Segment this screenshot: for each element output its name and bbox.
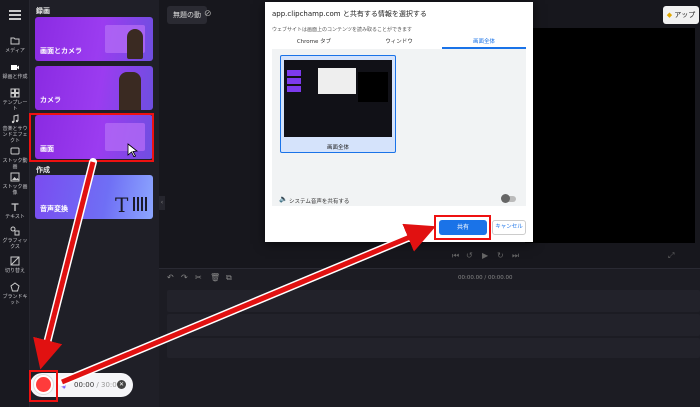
sidebar-item-label: テキスト [5, 214, 25, 220]
thumb-dialog [318, 68, 356, 94]
cut-icon[interactable]: ✂ [195, 273, 202, 282]
thumb-card [287, 70, 301, 76]
screen-thumbnail [284, 60, 392, 137]
delete-icon[interactable]: 🗑 [210, 273, 220, 282]
brand-kit-icon [10, 282, 20, 292]
template-grid-icon [10, 88, 20, 98]
thumb-preview [358, 72, 388, 102]
sidebar-item-text[interactable]: テキスト [0, 202, 30, 220]
card-label: 画面とカメラ [40, 47, 82, 55]
share-audio-label: システム音声を共有する [289, 199, 350, 205]
video-preview [525, 28, 695, 243]
close-icon[interactable]: ✕ [117, 380, 126, 389]
sidebar-item-label: ブランドキット [2, 294, 28, 306]
sidebar-item-label: 切り替え [4, 268, 25, 274]
upgrade-label: アップ [674, 11, 696, 19]
shapes-icon [10, 226, 20, 236]
create-heading: 作成 [36, 166, 50, 174]
music-note-icon [11, 114, 19, 124]
camera-off-icon[interactable]: ⊘ [204, 9, 212, 19]
text-t-icon: T [115, 193, 129, 217]
person-illustration [127, 29, 143, 59]
sidebar-item-graphics[interactable]: グラフィックス [0, 226, 30, 250]
sidebar-item-label: 音楽とサウンドエフェクト [2, 126, 28, 144]
folder-icon [10, 37, 20, 45]
speaker-icon: 🔈 [279, 195, 288, 203]
timeline-track[interactable] [167, 338, 700, 358]
rewind-icon[interactable]: ↺ [466, 251, 473, 260]
sidebar-item-label: メディア [5, 48, 25, 54]
upgrade-button[interactable]: ◆ アップ [663, 6, 699, 24]
transition-icon [10, 256, 20, 266]
film-icon [10, 147, 20, 155]
text-to-speech-card[interactable]: T 音声変換 [35, 175, 153, 219]
fullscreen-icon[interactable]: ⤢ [668, 251, 674, 261]
record-create-panel: 録画 画面とカメラ カメラ 画面 作成 T 音声変換 [30, 0, 159, 407]
card-label: 音声変換 [40, 205, 68, 213]
image-icon [10, 172, 20, 182]
record-heading: 録画 [36, 7, 50, 15]
sidebar-item-music[interactable]: 音楽とサウンドエフェクト [0, 114, 30, 144]
waveform-icon [133, 197, 149, 211]
sidebar-item-label: ストック動画 [2, 158, 28, 170]
sidebar-item-stock-image[interactable]: ストック画像 [0, 172, 30, 196]
sidebar-item-record-create[interactable]: 録画と作成 [0, 62, 30, 80]
skip-forward-icon[interactable]: ⏭ [512, 251, 519, 261]
play-icon[interactable]: ▶ [482, 251, 488, 260]
microphone-icon[interactable]: 🎙 [58, 380, 68, 389]
sidebar-item-label: グラフィックス [2, 238, 28, 250]
screen-and-camera-card[interactable]: 画面とカメラ [35, 17, 153, 61]
dialog-subtitle: ウェブサイトは画面上のコンテンツを読み取ることができます [272, 27, 413, 33]
tab-window[interactable]: ウィンドウ [357, 37, 441, 49]
annotation-box-record [29, 370, 58, 402]
sidebar-item-transitions[interactable]: 切り替え [0, 256, 30, 274]
sidebar-item-brand-kit[interactable]: ブランドキット [0, 282, 30, 306]
menu-icon[interactable] [9, 10, 21, 20]
share-tabs: Chrome タブ ウィンドウ 画面全体 [272, 37, 526, 49]
sidebar-item-label: 録画と作成 [2, 74, 28, 80]
time-separator: / [94, 381, 101, 389]
dialog-title: app.clipchamp.com と共有する情報を選択する [272, 10, 427, 18]
card-label: カメラ [40, 96, 61, 104]
annotation-box-screen [29, 113, 154, 162]
timeline-track[interactable] [167, 314, 700, 336]
skip-back-icon[interactable]: ⏮ [452, 251, 459, 261]
duplicate-icon[interactable]: ⧉ [226, 273, 232, 283]
project-title[interactable]: 無題の動 [167, 6, 207, 24]
collapse-panel-handle[interactable]: ‹ [159, 196, 165, 210]
camera-card[interactable]: カメラ [35, 66, 153, 110]
thumb-card [287, 86, 301, 92]
sidebar-item-stock-video[interactable]: ストック動画 [0, 146, 30, 170]
sidebar-item-label: ストック画像 [2, 184, 28, 196]
forward-icon[interactable]: ↻ [497, 251, 504, 260]
elapsed-time: 00:00 [74, 381, 95, 389]
redo-icon[interactable]: ↷ [181, 273, 188, 282]
share-audio-toggle[interactable] [501, 194, 516, 203]
cancel-button[interactable]: キャンセル [492, 220, 526, 235]
tab-chrome-tab[interactable]: Chrome タブ [272, 37, 356, 49]
thumbnail-label: 画面全体 [326, 145, 349, 151]
timeline-track[interactable] [167, 290, 700, 312]
person-illustration [119, 72, 141, 110]
thumb-card [287, 78, 301, 84]
undo-icon[interactable]: ↶ [167, 273, 174, 282]
sidebar-item-media[interactable]: メディア [0, 36, 30, 54]
record-timer: 00:00 / 30:00 [74, 381, 121, 389]
annotation-box-share [434, 215, 491, 240]
text-icon [11, 203, 19, 211]
tab-entire-screen[interactable]: 画面全体 [442, 37, 526, 49]
sidebar-item-label: テンプレート [2, 100, 28, 112]
sidebar-item-templates[interactable]: テンプレート [0, 88, 30, 112]
video-camera-icon [11, 65, 19, 70]
timeline-timecode: 00:00.00 / 00:00.00 [458, 275, 513, 281]
